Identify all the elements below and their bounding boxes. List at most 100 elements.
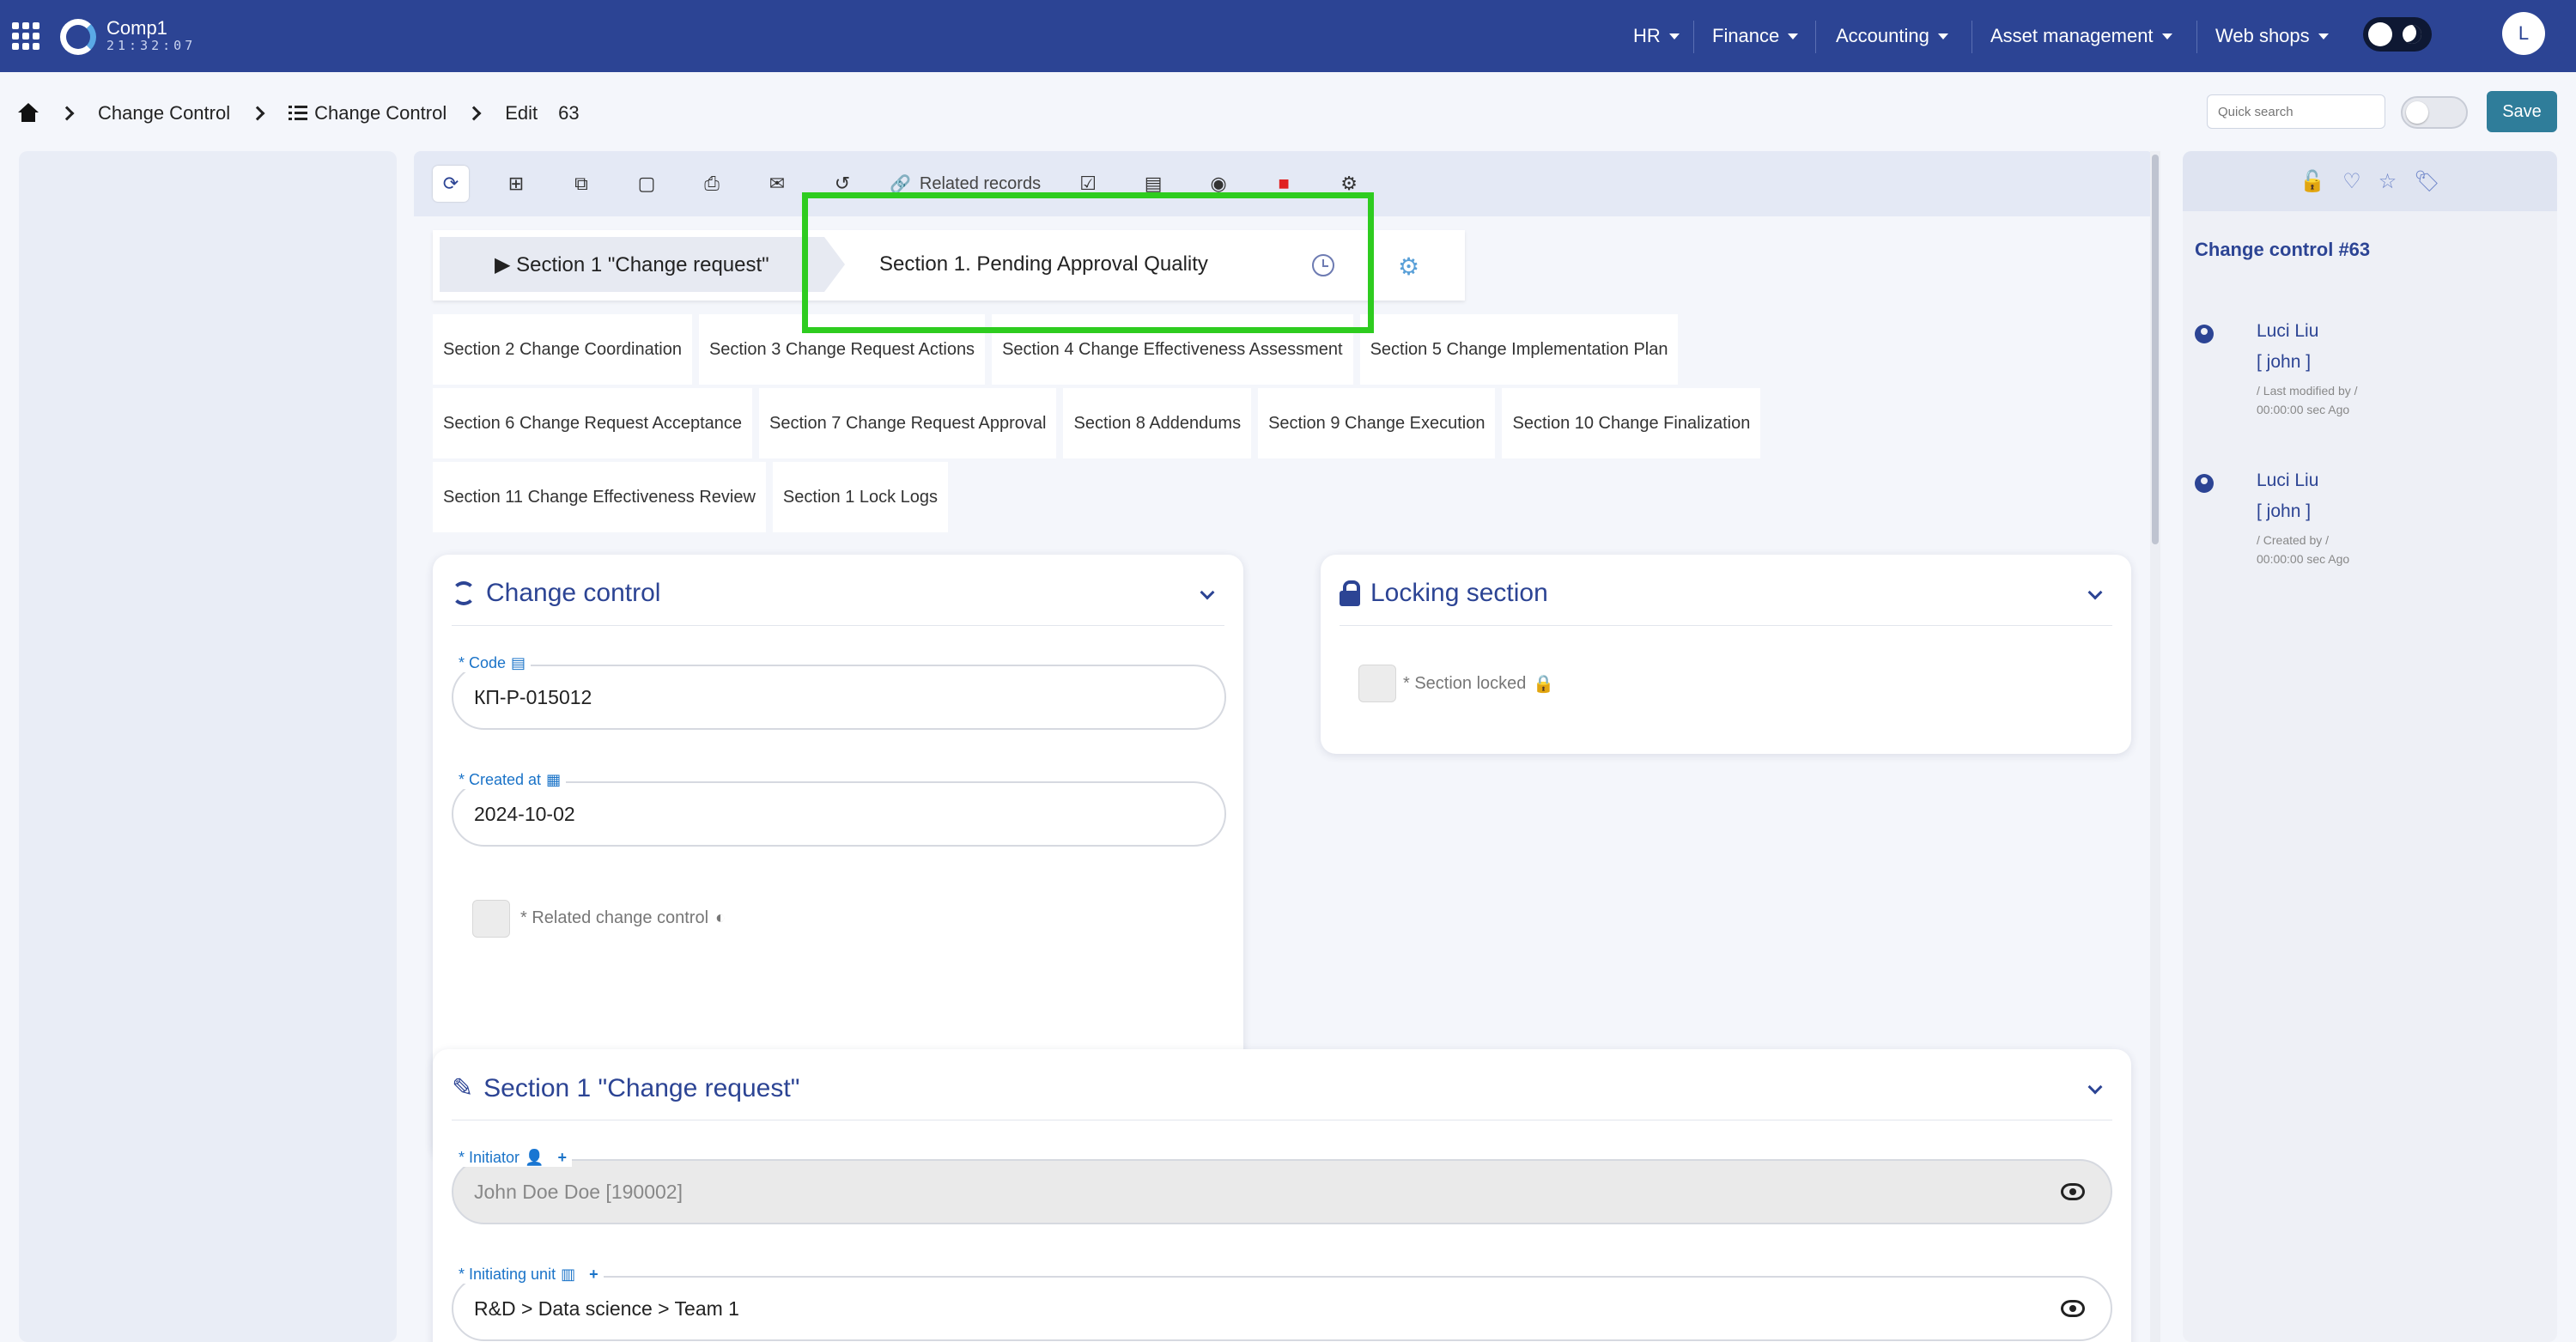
user-avatar[interactable]: L [2502, 12, 2545, 55]
tab-section-5[interactable]: Section 5 Change Implementation Plan [1359, 314, 1679, 385]
note-icon[interactable]: ▢ [629, 166, 665, 202]
edit-document-icon: ✎ [452, 1074, 474, 1102]
document-icon: ▤ [511, 654, 526, 671]
right-info-panel: 🔓 ♡ ☆ 🏷 Change control #63 Luci Liu [ jo… [2183, 151, 2557, 1342]
toggle-icon: ◐ [715, 908, 726, 927]
breadcrumb-record-id: 63 [558, 102, 580, 124]
section-1-card: ✎ Section 1 "Change request" * Initiator… [433, 1049, 2131, 1342]
card-divider [452, 625, 1224, 626]
add-icon[interactable]: + [557, 1149, 567, 1167]
menu-divider [1971, 21, 1972, 53]
breadcrumb-change-control[interactable]: Change Control [98, 102, 230, 124]
created-at-label: * Created at ▦ [453, 771, 567, 789]
section-locked-label: * Section locked 🔒 [1403, 674, 1555, 694]
menu-accounting[interactable]: Accounting [1836, 0, 1948, 72]
section-tabs-row-3: Section 11 Change Effectiveness Review S… [433, 462, 949, 532]
unlock-icon[interactable]: 🔓 [2300, 169, 2325, 194]
user-circle-icon [2195, 325, 2214, 343]
lock-icon [1340, 580, 1360, 606]
heart-icon[interactable]: ♡ [2342, 169, 2361, 194]
menu-asset-management[interactable]: Asset management [1990, 0, 2172, 72]
tab-section-6[interactable]: Section 6 Change Request Acceptance [433, 388, 753, 458]
breadcrumb-change-control-list[interactable]: Change Control [314, 102, 447, 124]
related-change-control-checkbox[interactable] [472, 900, 510, 938]
caret-down-icon [1788, 33, 1799, 39]
eye-icon[interactable] [2061, 1300, 2085, 1317]
company-name: Comp1 [106, 17, 167, 39]
locking-section-card: Locking section * Section locked 🔒 [1321, 555, 2131, 754]
copy-icon[interactable]: ⧉ [563, 166, 599, 202]
related-change-control-label: * Related change control ◐ [520, 908, 726, 927]
caret-down-icon [1937, 33, 1948, 39]
tag-icon[interactable]: 🏷 [2414, 169, 2439, 194]
related-records-button[interactable]: 🔗 Related records [890, 173, 1041, 195]
list-icon [289, 106, 308, 121]
section-locked-checkbox[interactable] [1358, 665, 1396, 702]
view-toggle[interactable] [2401, 96, 2468, 129]
star-icon[interactable]: ☆ [2379, 169, 2397, 194]
tab-lock-logs[interactable]: Section 1 Lock Logs [772, 462, 949, 532]
add-icon[interactable]: + [589, 1266, 598, 1284]
initiating-unit-label: * Initiating unit ▥ + [453, 1266, 604, 1284]
tab-section-2[interactable]: Section 2 Change Coordination [433, 314, 692, 385]
add-icon[interactable]: ⊞ [498, 166, 534, 202]
company-logo[interactable] [60, 19, 96, 55]
save-button[interactable]: Save [2487, 91, 2557, 132]
link-icon: 🔗 [890, 174, 911, 194]
initiator-label: * Initiator 👤 + [453, 1149, 572, 1167]
tab-section-10[interactable]: Section 10 Change Finalization [1502, 388, 1761, 458]
highlight-box [802, 192, 1374, 333]
building-icon: ▥ [561, 1266, 576, 1283]
lock-icon: 🔒 [1533, 675, 1555, 694]
eye-icon[interactable] [2061, 1183, 2085, 1200]
created-at-field[interactable]: 2024-10-02 [452, 781, 1226, 847]
home-icon[interactable] [17, 103, 39, 124]
tab-section-11[interactable]: Section 11 Change Effectiveness Review [433, 462, 766, 532]
card-title: Locking section [1340, 579, 1548, 608]
chevron-right-icon [59, 106, 75, 121]
creator-name[interactable]: Luci Liu [2257, 471, 2318, 491]
menu-web-shops[interactable]: Web shops [2215, 0, 2329, 72]
toggle-knob [2406, 101, 2428, 124]
creator-login[interactable]: [ john ] [2257, 501, 2311, 522]
section-tabs-row-2: Section 6 Change Request Acceptance Sect… [433, 388, 1761, 458]
calendar-icon: ▦ [546, 771, 562, 788]
menu-finance[interactable]: Finance [1712, 0, 1799, 72]
mail-icon[interactable]: ✉ [759, 166, 795, 202]
initiating-unit-field[interactable]: R&D > Data science > Team 1 [452, 1276, 2112, 1341]
card-divider [1340, 625, 2112, 626]
modifier-name[interactable]: Luci Liu [2257, 321, 2318, 342]
quick-search-input[interactable] [2207, 94, 2385, 129]
card-title: Change control [452, 579, 660, 608]
tab-section-9[interactable]: Section 9 Change Execution [1258, 388, 1496, 458]
refresh-icon[interactable]: ⟳ [433, 166, 469, 202]
code-field[interactable]: КП-Р-015012 [452, 665, 1226, 730]
dark-mode-toggle[interactable] [2363, 17, 2432, 52]
record-title: Change control #63 [2195, 239, 2371, 260]
toggle-knob [2368, 22, 2392, 46]
record-actions-bar: 🔓 ♡ ☆ 🏷 [2183, 151, 2557, 211]
print-icon[interactable]: ⎙ [694, 166, 730, 202]
main-scrollbar[interactable] [2150, 151, 2160, 1342]
collapse-chevron-icon[interactable] [2087, 1079, 2103, 1095]
modifier-login[interactable]: [ john ] [2257, 352, 2311, 373]
chevron-right-icon [250, 106, 265, 121]
collapse-chevron-icon[interactable] [2087, 585, 2103, 600]
top-navbar: Comp1 21:32:07 HR Finance Accounting Ass… [0, 0, 2576, 72]
step-section-1[interactable]: ▶ Section 1 "Change request" [440, 237, 824, 292]
gear-icon[interactable]: ⚙ [1398, 252, 1419, 281]
left-sidebar [19, 151, 397, 1342]
menu-divider [1693, 21, 1694, 53]
user-icon: 👤 [525, 1149, 544, 1166]
card-title: ✎ Section 1 "Change request" [452, 1073, 800, 1103]
tab-section-7[interactable]: Section 7 Change Request Approval [759, 388, 1057, 458]
apps-grid-icon[interactable] [12, 22, 39, 50]
menu-hr[interactable]: HR [1633, 0, 1680, 72]
initiator-field[interactable]: John Doe Doe [190002] [452, 1159, 2112, 1224]
collapse-chevron-icon[interactable] [1200, 585, 1215, 600]
scrollbar-thumb[interactable] [2152, 155, 2159, 544]
code-label: * Code ▤ [453, 654, 532, 672]
tab-section-8[interactable]: Section 8 Addendums [1063, 388, 1252, 458]
chevron-right-icon [466, 106, 482, 121]
breadcrumb: Change Control Change Control Edit 63 [17, 96, 580, 131]
